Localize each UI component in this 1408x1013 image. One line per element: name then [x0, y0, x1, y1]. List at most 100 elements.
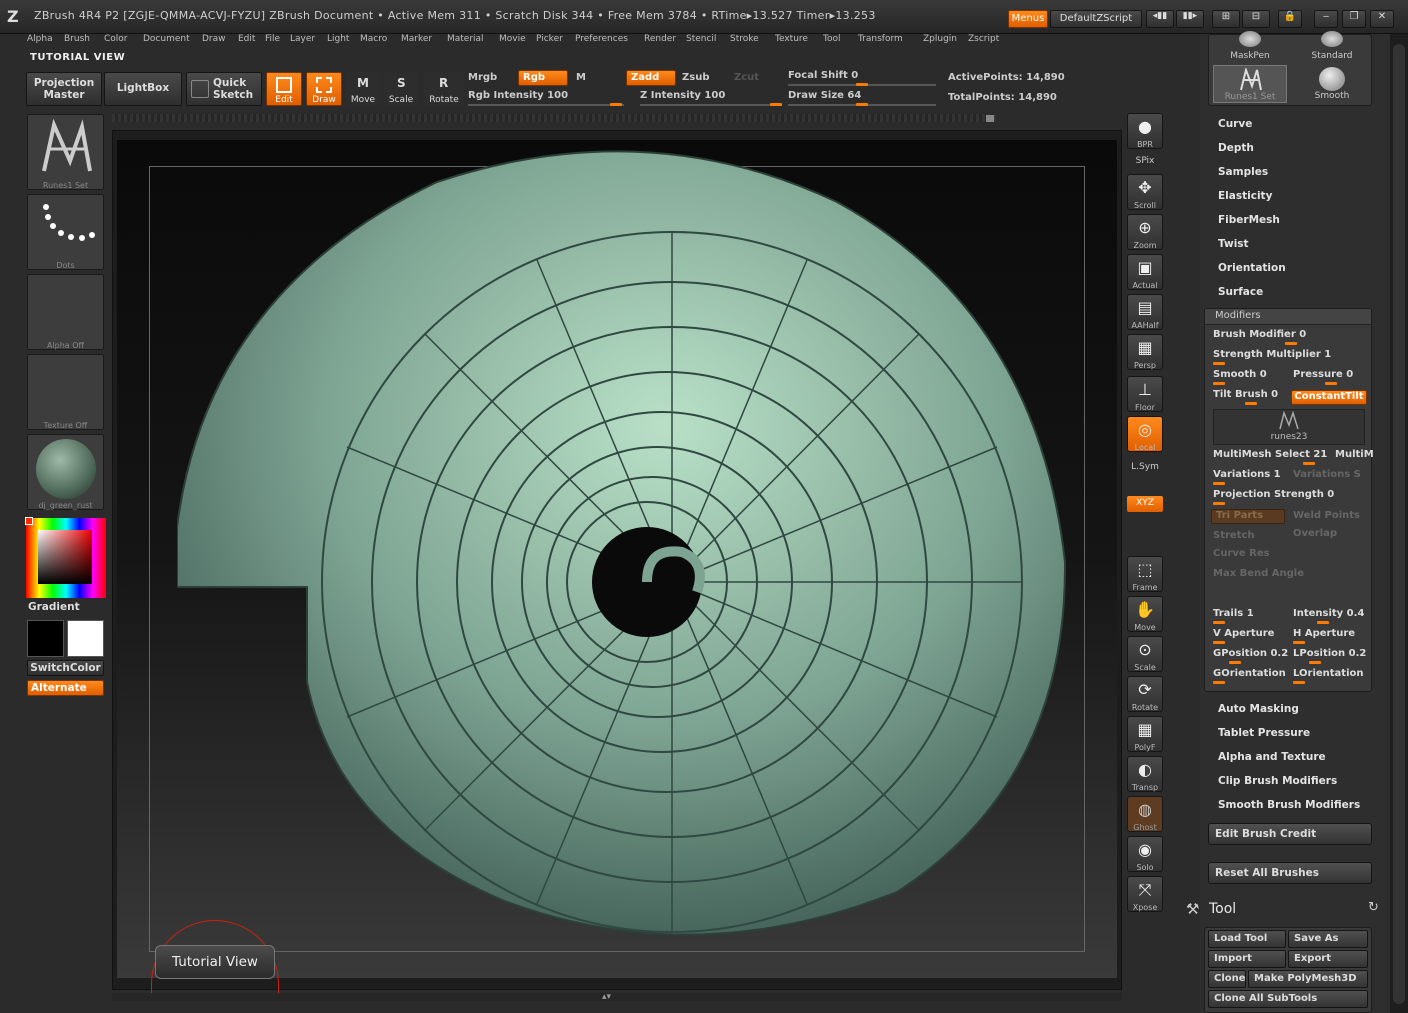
constant-tilt-button[interactable]: ConstantTilt	[1291, 390, 1367, 405]
dock-zoom-button[interactable]: ⊕ Zoom	[1127, 214, 1163, 250]
dock-aahalf-button[interactable]: ▤ AAHalf	[1127, 294, 1163, 330]
menu-marker[interactable]: Marker	[401, 34, 432, 44]
edit-button[interactable]: Edit	[266, 72, 302, 106]
scale-button[interactable]: S Scale	[384, 72, 418, 106]
shelf-toggle-icon[interactable]: ▴▾	[602, 992, 611, 1002]
menu-movie[interactable]: Movie	[499, 34, 526, 44]
menu-zscript[interactable]: Zscript	[968, 34, 999, 44]
section-twist[interactable]: Twist	[1218, 238, 1249, 250]
dock-solo-button[interactable]: ◉ Solo	[1127, 836, 1163, 872]
dock-polyf-button[interactable]: ▦ PolyF	[1127, 716, 1163, 752]
clone-button[interactable]: Clone	[1208, 970, 1246, 988]
lock-icon[interactable]: 🔒	[1278, 10, 1302, 28]
dock-move-button[interactable]: ✋ Move	[1127, 596, 1163, 632]
secondary-color-swatch[interactable]	[27, 620, 64, 657]
draw-size-knob[interactable]	[856, 103, 868, 106]
v-aperture-slider[interactable]: V Aperture	[1213, 628, 1274, 639]
weld-points-button[interactable]: Weld Points	[1293, 510, 1360, 521]
menu-document[interactable]: Document	[143, 34, 190, 44]
menu-alpha[interactable]: Alpha	[27, 34, 53, 44]
clone-all-subtools-button[interactable]: Clone All SubTools	[1208, 990, 1368, 1008]
h-aperture-slider[interactable]: H Aperture	[1293, 628, 1355, 639]
menu-stroke[interactable]: Stroke	[730, 34, 759, 44]
trails-knob[interactable]	[1213, 621, 1225, 624]
layout-next-icon[interactable]: ▮▮▸	[1176, 10, 1204, 28]
smooth-slider[interactable]: Smooth 0	[1213, 369, 1267, 380]
section-clip-brush-modifiers[interactable]: Clip Brush Modifiers	[1218, 775, 1337, 787]
menu-light[interactable]: Light	[327, 34, 349, 44]
multimesh-select-slider[interactable]: MultiMesh Select 21	[1213, 449, 1327, 460]
menu-render[interactable]: Render	[644, 34, 676, 44]
rgb-button[interactable]: Rgb	[518, 70, 568, 86]
section-fibermesh[interactable]: FiberMesh	[1218, 214, 1280, 226]
switch-color-button[interactable]: SwitchColor	[27, 660, 104, 676]
lightbox-button[interactable]: LightBox	[104, 72, 182, 106]
z-intensity-knob[interactable]	[770, 103, 782, 106]
projection-strength-slider[interactable]: Projection Strength 0	[1213, 489, 1334, 500]
menu-draw[interactable]: Draw	[202, 34, 226, 44]
smooth-knob[interactable]	[1213, 382, 1225, 385]
zadd-button[interactable]: Zadd	[626, 70, 676, 86]
strength-multiplier-knob[interactable]	[1213, 362, 1225, 365]
tray-scroll-thumb[interactable]	[1393, 44, 1405, 1004]
intensity-slider[interactable]: Intensity 0.4	[1293, 608, 1364, 619]
layout-prev-icon[interactable]: ◂▮▮	[1146, 10, 1174, 28]
quick-sketch-button[interactable]: Quick Sketch	[186, 72, 262, 106]
dock-xpose-button[interactable]: ⤧ Xpose	[1127, 876, 1163, 912]
trails-slider[interactable]: Trails 1	[1213, 608, 1254, 619]
stretch-button[interactable]: Stretch	[1213, 530, 1255, 541]
section-tablet-pressure[interactable]: Tablet Pressure	[1218, 727, 1310, 739]
dock-l-sym-button[interactable]: L.Sym	[1127, 460, 1163, 476]
dock-bpr-button[interactable]: ● BPR	[1127, 113, 1163, 149]
v-aperture-knob[interactable]	[1213, 641, 1225, 644]
dock-frame-button[interactable]: ⬚ Frame	[1127, 556, 1163, 592]
main-color-swatch[interactable]	[67, 620, 104, 657]
curve-res-slider[interactable]: Curve Res	[1213, 548, 1270, 559]
lorientation-slider[interactable]: LOrientation	[1293, 668, 1364, 679]
zcut-button[interactable]: Zcut	[734, 72, 759, 83]
dock-actual-button[interactable]: ▣ Actual	[1127, 254, 1163, 290]
tool-palette-title[interactable]: Tool	[1209, 901, 1236, 917]
close-icon[interactable]: ✕	[1370, 10, 1394, 28]
import-button[interactable]: Import	[1208, 950, 1286, 968]
alpha-selector[interactable]: Alpha Off	[27, 274, 104, 350]
multimesh-select-knob[interactable]	[1303, 462, 1315, 465]
brush-modifier-slider[interactable]: Brush Modifier 0	[1213, 329, 1306, 340]
menu-transform[interactable]: Transform	[858, 34, 903, 44]
mrgb-button[interactable]: Mrgb	[468, 72, 497, 83]
gposition-knob[interactable]	[1229, 661, 1241, 664]
maximize-icon[interactable]: ❐	[1342, 10, 1366, 28]
refresh-icon[interactable]: ↻	[1368, 900, 1379, 915]
default-zscript-button[interactable]: DefaultZScript	[1050, 10, 1142, 28]
lposition-slider[interactable]: LPosition 0.2	[1293, 648, 1366, 659]
tray-scrollbar[interactable]	[1390, 34, 1408, 1013]
dock-xyz-button[interactable]: XYZ	[1127, 496, 1163, 512]
pressure-knob[interactable]	[1325, 382, 1337, 385]
texture-selector[interactable]: Texture Off	[27, 354, 104, 430]
z-intensity-slider[interactable]	[640, 104, 782, 106]
dock-spix-button[interactable]: SPix	[1127, 154, 1163, 170]
multimesh-thumbnail[interactable]: runes23	[1213, 409, 1365, 445]
color-square[interactable]	[38, 530, 92, 584]
projection-strength-knob[interactable]	[1213, 502, 1225, 505]
menu-tool[interactable]: Tool	[823, 34, 840, 44]
gposition-slider[interactable]: GPosition 0.2	[1213, 648, 1288, 659]
section-elasticity[interactable]: Elasticity	[1218, 190, 1272, 202]
dock-floor-button[interactable]: ⊥ Floor	[1127, 376, 1163, 412]
section-samples[interactable]: Samples	[1218, 166, 1268, 178]
reset-all-brushes-button[interactable]: Reset All Brushes	[1208, 862, 1372, 884]
lposition-knob[interactable]	[1309, 661, 1321, 664]
menu-stencil[interactable]: Stencil	[686, 34, 716, 44]
overlap-slider[interactable]: Overlap	[1293, 528, 1337, 539]
dock-ghost-button[interactable]: ◍ Ghost	[1127, 796, 1163, 832]
lorientation-knob[interactable]	[1293, 681, 1305, 684]
menu-macro[interactable]: Macro	[360, 34, 387, 44]
material-selector[interactable]: dj_green_rust	[27, 434, 104, 510]
menus-button[interactable]: Menus	[1008, 10, 1048, 28]
m-button[interactable]: M	[576, 72, 586, 83]
gorientation-slider[interactable]: GOrientation	[1213, 668, 1286, 679]
stroke-selector[interactable]: Dots	[27, 194, 104, 270]
color-picker[interactable]	[25, 517, 106, 598]
gradient-label[interactable]: Gradient	[28, 601, 80, 613]
menu-material[interactable]: Material	[447, 34, 484, 44]
